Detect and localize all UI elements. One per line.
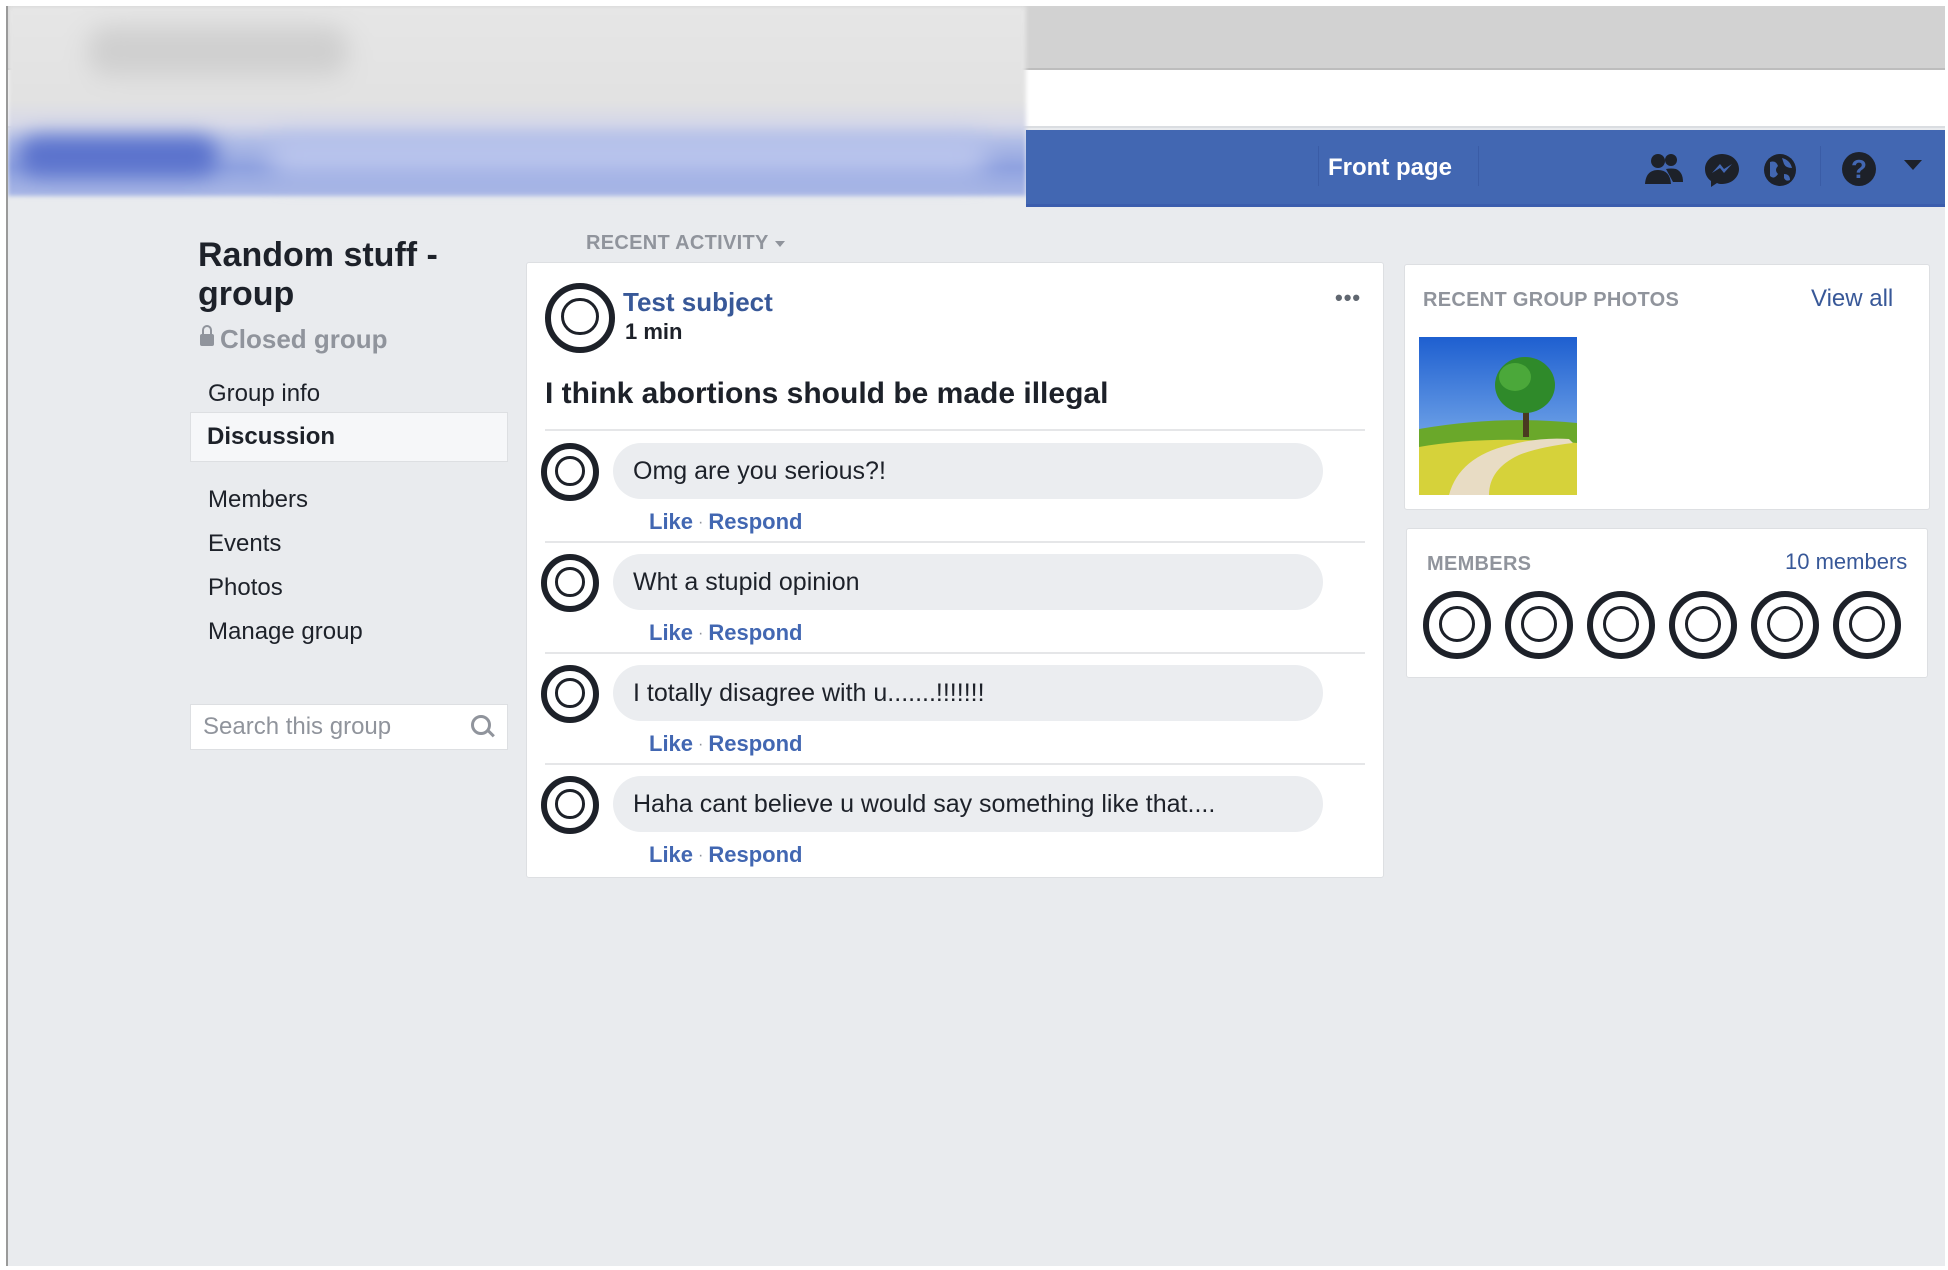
respond-link[interactable]: Respond — [708, 842, 802, 867]
nav-item-events[interactable]: Events — [208, 530, 281, 558]
page-frame: Front page ? Random stuff -group Closed … — [6, 6, 1945, 1266]
group-privacy: Closed group — [200, 324, 388, 355]
post-card: Test subject 1 min ••• I think abortions… — [526, 262, 1384, 878]
commenter-avatar[interactable] — [541, 554, 599, 612]
like-link[interactable]: Like — [649, 620, 693, 645]
recent-photos-card: RECENT GROUP PHOTOS View all — [1404, 264, 1930, 510]
divider — [545, 429, 1365, 431]
group-search-box — [190, 704, 508, 750]
commenter-avatar[interactable] — [541, 443, 599, 501]
author-avatar[interactable] — [545, 283, 615, 353]
group-search-input[interactable] — [201, 711, 455, 743]
post-options-icon[interactable]: ••• — [1335, 285, 1361, 311]
members-card: MEMBERS 10 members — [1406, 528, 1928, 678]
dropdown-caret-icon — [774, 240, 785, 247]
comment-text: Wht a stupid opinion — [633, 568, 860, 596]
member-avatar[interactable] — [1669, 591, 1737, 659]
globe-notifications-icon[interactable] — [1762, 152, 1798, 193]
respond-link[interactable]: Respond — [708, 509, 802, 534]
comment-text: Haha cant believe u would say something … — [633, 790, 1216, 818]
messenger-icon[interactable] — [1704, 152, 1740, 193]
blurred-browser-area — [8, 6, 1026, 196]
comment-text: I totally disagree with u.......!!!!!!! — [633, 679, 985, 707]
nav-item-group-info[interactable]: Group info — [208, 380, 320, 408]
divider — [545, 763, 1365, 765]
nav-item-manage-group[interactable]: Manage group — [208, 618, 363, 646]
account-menu-caret-icon[interactable] — [1904, 160, 1922, 170]
comment-actions: Like · Respond — [649, 731, 803, 756]
facebook-top-bar — [1026, 130, 1945, 207]
divider — [545, 652, 1365, 654]
nav-item-photos[interactable]: Photos — [208, 574, 283, 602]
comment-text: Omg are you serious?! — [633, 457, 886, 485]
post-text: I think abortions should be made illegal — [545, 377, 1109, 410]
recent-photos-heading: RECENT GROUP PHOTOS — [1423, 289, 1680, 311]
member-avatar[interactable] — [1833, 591, 1901, 659]
members-count-link[interactable]: 10 members — [1785, 549, 1907, 575]
divider — [545, 541, 1365, 543]
like-link[interactable]: Like — [649, 842, 693, 867]
recent-activity-dropdown[interactable]: RECENT ACTIVITY — [586, 232, 785, 255]
comment-actions: Like · Respond — [649, 509, 803, 534]
group-privacy-label: Closed group — [220, 324, 388, 354]
comment-bubble: Wht a stupid opinion — [613, 554, 1323, 610]
member-avatar[interactable] — [1587, 591, 1655, 659]
member-avatar[interactable] — [1751, 591, 1819, 659]
respond-link[interactable]: Respond — [708, 620, 802, 645]
post-author[interactable]: Test subject — [623, 287, 773, 318]
nav-item-discussion[interactable]: Discussion — [190, 412, 508, 462]
members-heading: MEMBERS — [1427, 553, 1532, 575]
nav-item-discussion-label: Discussion — [207, 423, 336, 450]
comment-bubble: Omg are you serious?! — [613, 443, 1323, 499]
help-icon[interactable]: ? — [1842, 152, 1876, 186]
member-avatar[interactable] — [1505, 591, 1573, 659]
respond-link[interactable]: Respond — [708, 731, 802, 756]
commenter-avatar[interactable] — [541, 776, 599, 834]
comment-actions: Like · Respond — [649, 620, 803, 645]
search-icon[interactable] — [471, 715, 491, 735]
member-avatar[interactable] — [1423, 591, 1491, 659]
friend-requests-icon[interactable] — [1644, 152, 1684, 191]
commenter-avatar[interactable] — [541, 665, 599, 723]
group-photo-thumbnail[interactable] — [1419, 337, 1577, 495]
post-timestamp[interactable]: 1 min — [625, 319, 682, 345]
comment-actions: Like · Respond — [649, 842, 803, 867]
comment-bubble: Haha cant believe u would say something … — [613, 776, 1323, 832]
recent-activity-label: RECENT ACTIVITY — [586, 232, 769, 254]
like-link[interactable]: Like — [649, 509, 693, 534]
nav-item-members[interactable]: Members — [208, 486, 308, 514]
comment-bubble: I totally disagree with u.......!!!!!!! — [613, 665, 1323, 721]
front-page-link[interactable]: Front page — [1328, 154, 1452, 182]
lock-icon — [200, 325, 214, 346]
view-all-link[interactable]: View all — [1811, 285, 1893, 313]
group-title[interactable]: Random stuff -group — [198, 236, 478, 314]
like-link[interactable]: Like — [649, 731, 693, 756]
